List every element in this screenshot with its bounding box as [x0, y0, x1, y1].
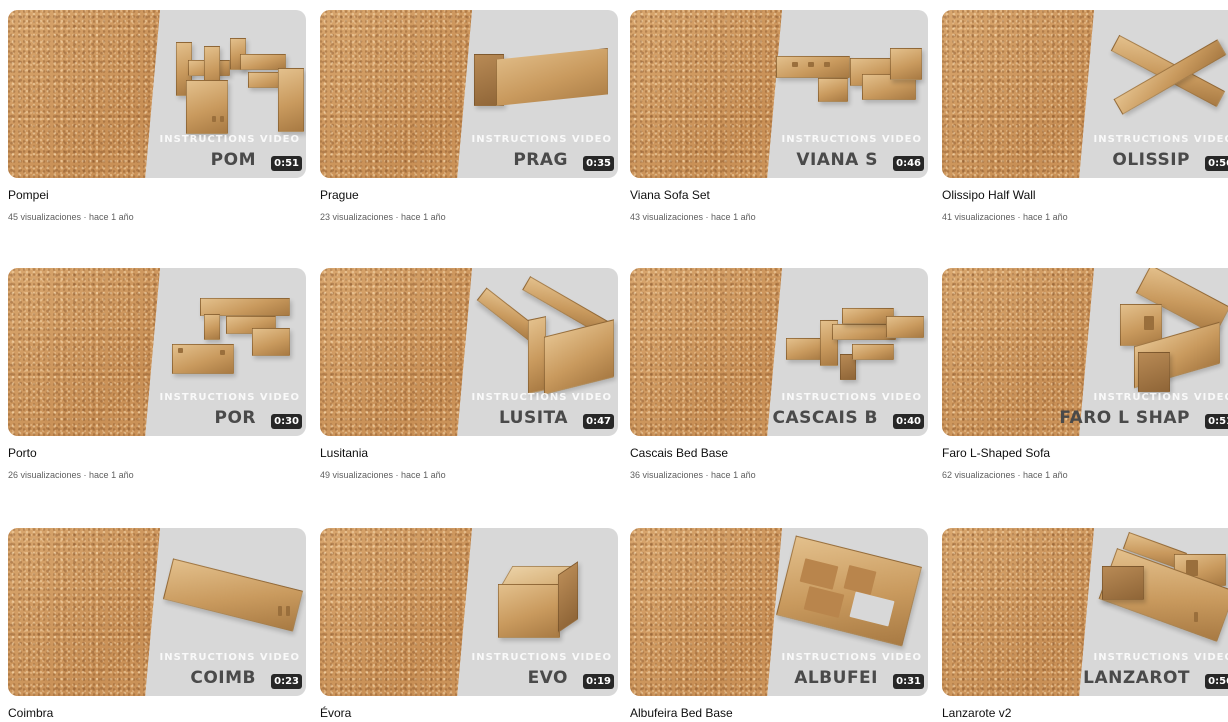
- instructions-overlay-text: INSTRUCTIONS VIDEO: [159, 392, 300, 403]
- video-meta: 36 visualizaciones · hace 1 año: [630, 470, 756, 480]
- instructions-overlay-text: INSTRUCTIONS VIDEO: [1093, 392, 1228, 403]
- duration-badge: 0:51: [271, 156, 302, 171]
- video-grid: INSTRUCTIONS VIDEO POM 0:51 Pompei 45 vi…: [0, 0, 1228, 722]
- thumbnail-title: PRAG: [513, 150, 568, 170]
- upload-age: hace 1 año: [711, 470, 756, 480]
- video-meta: 62 visualizaciones · hace 1 año: [942, 470, 1068, 480]
- video-card-olissipo-half-wall[interactable]: INSTRUCTIONS VIDEO OLISSIP 0:56 Olissipo…: [942, 10, 1228, 222]
- video-card-viana-sofa-set[interactable]: INSTRUCTIONS VIDEO VIANA S 0:46 Viana So…: [630, 10, 928, 222]
- instructions-overlay-text: INSTRUCTIONS VIDEO: [1093, 652, 1228, 663]
- upload-age: hace 1 año: [89, 212, 134, 222]
- video-title[interactable]: Viana Sofa Set: [630, 188, 710, 202]
- instructions-overlay-text: INSTRUCTIONS VIDEO: [1093, 134, 1228, 145]
- video-card-prague[interactable]: INSTRUCTIONS VIDEO PRAG 0:35 Prague 23 v…: [320, 10, 618, 222]
- instructions-overlay-text: INSTRUCTIONS VIDEO: [781, 392, 922, 403]
- view-count: 43 visualizaciones: [630, 212, 704, 222]
- video-meta: 23 visualizaciones · hace 1 año: [320, 212, 446, 222]
- video-card-porto[interactable]: INSTRUCTIONS VIDEO POR 0:30 Porto 26 vis…: [8, 268, 306, 480]
- video-title[interactable]: Faro L-Shaped Sofa: [942, 446, 1050, 460]
- view-count: 62 visualizaciones: [942, 470, 1016, 480]
- video-title[interactable]: Coimbra: [8, 706, 53, 720]
- duration-badge: 0:23: [271, 674, 302, 689]
- video-card-cascais-bed-base[interactable]: INSTRUCTIONS VIDEO CASCAIS B 0:40 Cascai…: [630, 268, 928, 480]
- duration-badge: 0:31: [893, 674, 924, 689]
- video-title[interactable]: Olissipo Half Wall: [942, 188, 1036, 202]
- instructions-overlay-text: INSTRUCTIONS VIDEO: [471, 392, 612, 403]
- video-meta: 49 visualizaciones · hace 1 año: [320, 470, 446, 480]
- instructions-overlay-text: INSTRUCTIONS VIDEO: [471, 134, 612, 145]
- video-thumbnail[interactable]: INSTRUCTIONS VIDEO OLISSIP 0:56: [942, 10, 1228, 178]
- video-thumbnail[interactable]: INSTRUCTIONS VIDEO ALBUFEI 0:31: [630, 528, 928, 696]
- duration-badge: 0:51: [1205, 414, 1228, 429]
- duration-badge: 0:46: [893, 156, 924, 171]
- view-count: 26 visualizaciones: [8, 470, 82, 480]
- video-title[interactable]: Cascais Bed Base: [630, 446, 728, 460]
- video-title[interactable]: Lusitania: [320, 446, 368, 460]
- thumbnail-title: LANZAROT: [1083, 668, 1190, 688]
- instructions-overlay-text: INSTRUCTIONS VIDEO: [781, 134, 922, 145]
- duration-badge: 0:19: [583, 674, 614, 689]
- thumbnail-title: EVO: [527, 668, 568, 688]
- video-title[interactable]: Pompei: [8, 188, 49, 202]
- thumbnail-title: POM: [210, 150, 256, 170]
- video-card-lusitania[interactable]: INSTRUCTIONS VIDEO LUSITA 0:47 Lusitania…: [320, 268, 618, 480]
- video-thumbnail[interactable]: INSTRUCTIONS VIDEO VIANA S 0:46: [630, 10, 928, 178]
- instructions-overlay-text: INSTRUCTIONS VIDEO: [159, 652, 300, 663]
- video-title[interactable]: Porto: [8, 446, 37, 460]
- upload-age: hace 1 año: [89, 470, 134, 480]
- duration-badge: 0:35: [583, 156, 614, 171]
- video-title[interactable]: Lanzarote v2: [942, 706, 1011, 720]
- cork-background: [8, 10, 160, 178]
- video-title[interactable]: Évora: [320, 706, 351, 720]
- video-card-coimbra[interactable]: INSTRUCTIONS VIDEO COIMB 0:23 Coimbra: [8, 528, 306, 720]
- thumbnail-title: OLISSIP: [1112, 150, 1190, 170]
- video-thumbnail[interactable]: INSTRUCTIONS VIDEO EVO 0:19: [320, 528, 618, 696]
- upload-age: hace 1 año: [1023, 470, 1068, 480]
- upload-age: hace 1 año: [711, 212, 756, 222]
- video-thumbnail[interactable]: INSTRUCTIONS VIDEO POM 0:51: [8, 10, 306, 178]
- duration-badge: 0:56: [1205, 674, 1228, 689]
- duration-badge: 0:56: [1205, 156, 1228, 171]
- thumbnail-title: FARO L SHAP: [1059, 408, 1190, 428]
- video-meta: 41 visualizaciones · hace 1 año: [942, 212, 1068, 222]
- video-title[interactable]: Albufeira Bed Base: [630, 706, 733, 720]
- view-count: 41 visualizaciones: [942, 212, 1016, 222]
- duration-badge: 0:47: [583, 414, 614, 429]
- instructions-overlay-text: INSTRUCTIONS VIDEO: [471, 652, 612, 663]
- video-thumbnail[interactable]: INSTRUCTIONS VIDEO PRAG 0:35: [320, 10, 618, 178]
- view-count: 49 visualizaciones: [320, 470, 394, 480]
- video-thumbnail[interactable]: INSTRUCTIONS VIDEO FARO L SHAP 0:51: [942, 268, 1228, 436]
- upload-age: hace 1 año: [401, 212, 446, 222]
- duration-badge: 0:40: [893, 414, 924, 429]
- thumbnail-title: POR: [214, 408, 256, 428]
- video-thumbnail[interactable]: INSTRUCTIONS VIDEO LANZAROT 0:56: [942, 528, 1228, 696]
- view-count: 36 visualizaciones: [630, 470, 704, 480]
- video-meta: 26 visualizaciones · hace 1 año: [8, 470, 134, 480]
- video-title[interactable]: Prague: [320, 188, 359, 202]
- video-card-pompei[interactable]: INSTRUCTIONS VIDEO POM 0:51 Pompei 45 vi…: [8, 10, 306, 222]
- video-card-evora[interactable]: INSTRUCTIONS VIDEO EVO 0:19 Évora: [320, 528, 618, 720]
- thumbnail-title: VIANA S: [796, 150, 878, 170]
- upload-age: hace 1 año: [401, 470, 446, 480]
- thumbnail-title: ALBUFEI: [794, 668, 878, 688]
- video-thumbnail[interactable]: INSTRUCTIONS VIDEO POR 0:30: [8, 268, 306, 436]
- view-count: 23 visualizaciones: [320, 212, 394, 222]
- view-count: 45 visualizaciones: [8, 212, 82, 222]
- video-thumbnail[interactable]: INSTRUCTIONS VIDEO CASCAIS B 0:40: [630, 268, 928, 436]
- video-card-lanzarote-v2[interactable]: INSTRUCTIONS VIDEO LANZAROT 0:56 Lanzaro…: [942, 528, 1228, 720]
- video-meta: 45 visualizaciones · hace 1 año: [8, 212, 134, 222]
- instructions-overlay-text: INSTRUCTIONS VIDEO: [159, 134, 300, 145]
- duration-badge: 0:30: [271, 414, 302, 429]
- video-card-albufeira-bed-base[interactable]: INSTRUCTIONS VIDEO ALBUFEI 0:31 Albufeir…: [630, 528, 928, 720]
- thumbnail-title: LUSITA: [498, 408, 568, 428]
- instructions-overlay-text: INSTRUCTIONS VIDEO: [781, 652, 922, 663]
- thumbnail-title: CASCAIS B: [772, 408, 878, 428]
- video-meta: 43 visualizaciones · hace 1 año: [630, 212, 756, 222]
- thumbnail-title: COIMB: [190, 668, 256, 688]
- video-card-faro-l-shaped-sofa[interactable]: INSTRUCTIONS VIDEO FARO L SHAP 0:51 Faro…: [942, 268, 1228, 480]
- upload-age: hace 1 año: [1023, 212, 1068, 222]
- video-thumbnail[interactable]: INSTRUCTIONS VIDEO LUSITA 0:47: [320, 268, 618, 436]
- video-thumbnail[interactable]: INSTRUCTIONS VIDEO COIMB 0:23: [8, 528, 306, 696]
